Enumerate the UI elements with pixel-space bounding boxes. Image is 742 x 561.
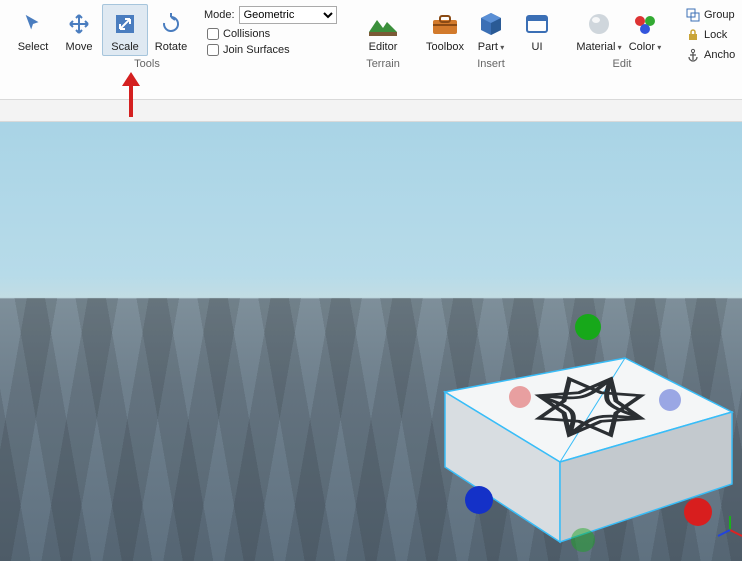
group-edit-label: Edit	[613, 58, 632, 70]
scale-button[interactable]: Scale	[102, 4, 148, 56]
selected-part[interactable]	[0, 122, 742, 561]
group-insert: Toolbox Part UI Insert	[418, 4, 564, 72]
select-button[interactable]: Select	[10, 4, 56, 56]
group-arrange: Group Lock Ancho	[680, 4, 741, 64]
group-terrain: Editor Terrain	[356, 4, 410, 72]
scale-label: Scale	[111, 41, 139, 53]
color-button[interactable]: Color	[622, 4, 668, 56]
mode-options: Mode: Geometric Collisions Join Surfaces	[198, 4, 348, 56]
rotate-label: Rotate	[155, 41, 187, 53]
terrain-editor-button[interactable]: Editor	[360, 4, 406, 56]
toolbox-label: Toolbox	[426, 41, 464, 53]
color-icon	[630, 9, 660, 39]
terrain-editor-label: Editor	[369, 41, 398, 53]
part-icon	[476, 9, 506, 39]
material-label: Material	[576, 41, 621, 53]
part-button[interactable]: Part	[468, 4, 514, 56]
group-button[interactable]: Group	[682, 6, 739, 24]
group-button-label: Group	[704, 9, 735, 21]
ribbon-substrip	[0, 100, 742, 122]
mode-label: Mode:	[204, 9, 235, 21]
scale-handle-z-neg[interactable]	[659, 389, 681, 411]
scale-icon	[110, 9, 140, 39]
lock-button-label: Lock	[704, 29, 727, 41]
collisions-checkbox[interactable]: Collisions	[204, 28, 342, 40]
move-button[interactable]: Move	[56, 4, 102, 56]
lock-button[interactable]: Lock	[682, 26, 739, 44]
scale-handle-y-neg[interactable]	[571, 528, 595, 552]
group-edit: Material Color Edit	[572, 4, 672, 72]
select-label: Select	[18, 41, 49, 53]
color-label: Color	[629, 41, 662, 53]
group-terrain-label: Terrain	[366, 58, 400, 70]
join-surfaces-checkbox[interactable]: Join Surfaces	[204, 44, 342, 56]
move-icon	[64, 9, 94, 39]
join-surfaces-input[interactable]	[207, 44, 219, 56]
move-label: Move	[66, 41, 93, 53]
anchor-button-label: Ancho	[704, 49, 735, 61]
scale-handle-y-pos[interactable]	[575, 314, 601, 340]
collisions-input[interactable]	[207, 28, 219, 40]
scale-handle-x-pos[interactable]	[684, 498, 712, 526]
scale-handle-x-neg[interactable]	[509, 386, 531, 408]
anchor-button[interactable]: Ancho	[682, 46, 739, 64]
group-insert-label: Insert	[477, 58, 505, 70]
toolbox-icon	[430, 9, 460, 39]
viewport-3d[interactable]	[0, 122, 742, 561]
rotate-button[interactable]: Rotate	[148, 4, 194, 56]
scale-handle-z-pos[interactable]	[465, 486, 493, 514]
ui-label: UI	[532, 41, 543, 53]
lock-icon	[686, 28, 700, 42]
toolbox-button[interactable]: Toolbox	[422, 4, 468, 56]
mode-select[interactable]: Geometric	[239, 6, 337, 24]
material-icon	[584, 9, 614, 39]
cursor-icon	[18, 9, 48, 39]
join-surfaces-label: Join Surfaces	[223, 44, 290, 56]
rotate-icon	[156, 9, 186, 39]
collisions-label: Collisions	[223, 28, 270, 40]
ui-icon	[522, 9, 552, 39]
anchor-icon	[686, 48, 700, 62]
axis-gizmo	[718, 516, 742, 536]
group-tools-label: Tools	[134, 58, 160, 70]
ribbon-toolbar: Select Move Scale Rotate Tools	[0, 0, 742, 100]
ui-button[interactable]: UI	[514, 4, 560, 56]
terrain-icon	[368, 9, 398, 39]
group-tools: Select Move Scale Rotate Tools	[6, 4, 198, 72]
part-label: Part	[478, 41, 504, 53]
material-button[interactable]: Material	[576, 4, 622, 56]
group-icon	[686, 8, 700, 22]
